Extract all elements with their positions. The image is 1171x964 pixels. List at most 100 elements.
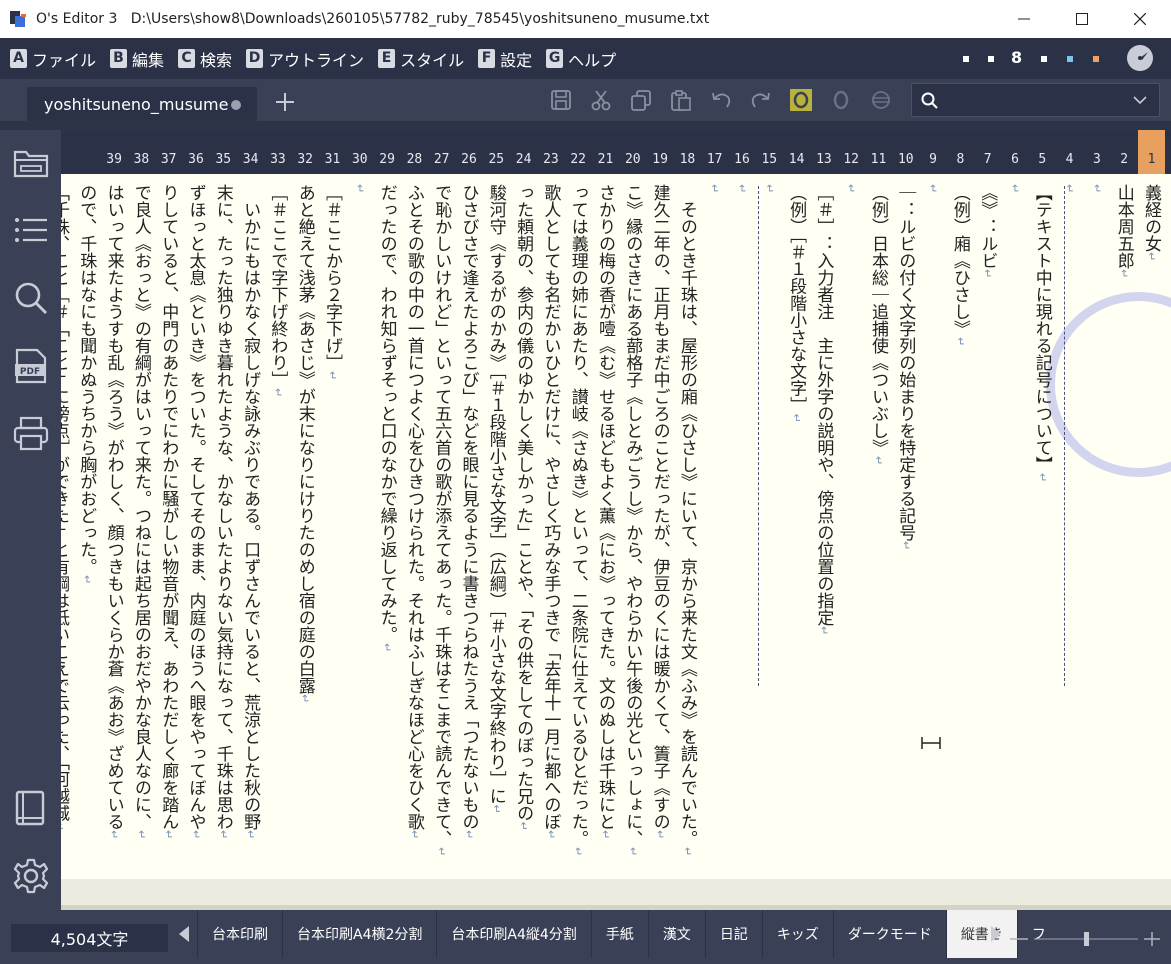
text-line: ので、千珠はなにも聞かぬうちから胸がおどった。↵ — [73, 184, 100, 584]
chevron-down-icon[interactable] — [1133, 96, 1147, 105]
undo-icon[interactable] — [710, 89, 732, 111]
menu-label: 編集 — [132, 50, 165, 70]
new-tab-icon[interactable] — [273, 90, 297, 114]
print-icon[interactable] — [13, 416, 49, 452]
text-line: ↵ — [756, 184, 783, 193]
char-count: 4,504文字 — [11, 924, 168, 952]
unsaved-dot-icon — [231, 100, 241, 110]
zoom-slider[interactable] — [1010, 932, 1160, 946]
close-button[interactable] — [1111, 0, 1169, 38]
indicator-dot[interactable] — [988, 56, 994, 62]
ruler-number: 21 — [597, 152, 614, 167]
save-icon[interactable] — [550, 89, 572, 111]
style-tab[interactable]: キッズ — [761, 910, 833, 958]
menu-file[interactable]: A ファイル — [10, 47, 96, 71]
text-line: ↵ — [701, 184, 728, 193]
editor-area[interactable]: 義経の女↵ 山本周五郎↵ ↵ ↵ 【テキスト中に現れる記号について】↵ ↵ 《》：ルビ↵ （例… — [61, 174, 1171, 879]
text-line: で恥かしいけれど」といって五六首の歌が添えてあった。千珠はそこまで読んできて、↵ — [428, 184, 455, 856]
app-logo-icon — [10, 11, 26, 27]
ruler-number: 33 — [270, 152, 286, 167]
menu-outline[interactable]: D アウトライン — [246, 47, 364, 71]
line-end-icon: ↵ — [708, 184, 722, 194]
ruby-icon[interactable] — [830, 89, 852, 111]
line-text: いかにもはかなく寂しげな詠みぶりである。口ずさんでいると、荒涼とした秋の野 — [240, 184, 261, 830]
indicator-dot[interactable] — [1041, 56, 1047, 62]
file-tab[interactable]: yoshitsuneno_musume — [27, 87, 257, 121]
text-line: ↵ — [1056, 184, 1083, 193]
color-indicator-orange[interactable] — [1093, 56, 1099, 62]
line-end-icon: ↵ — [544, 830, 558, 840]
style-tab[interactable]: 縦書き — [945, 910, 1017, 958]
line-text: っては義理の姉にあたり、讃岐《さぬき》といって、二条院に仕えているひとだった。 — [567, 184, 588, 847]
line-end-icon: ↵ — [1035, 473, 1049, 483]
block-divider-line — [758, 186, 759, 686]
tab-label: yoshitsuneno_musume — [44, 94, 229, 114]
folder-icon[interactable] — [13, 144, 49, 180]
line-text: った頼朝の、参内の儀のゆかしく美しかった」ことや、「その供をしてのぼった兄の — [513, 184, 534, 822]
copy-icon[interactable] — [630, 89, 652, 111]
ruler-number: 18 — [679, 152, 696, 167]
line-end-icon: ↵ — [1145, 252, 1158, 262]
ruler-number: 35 — [215, 152, 232, 167]
book-icon[interactable] — [13, 790, 49, 826]
line-text: ふとその歌の中の一首につよく心をひきつけられた。それはふしぎなほど心をひく歌 — [403, 184, 424, 830]
line-text: （例）［＃１段階小さな文字］ — [786, 184, 807, 414]
style-tab[interactable]: 手紙 — [590, 910, 648, 958]
line-text: ｜：ルビの付く文字列の始まりを特定する記号 — [895, 184, 916, 541]
indicator-dot[interactable] — [963, 56, 969, 62]
text-cursor-icon — [921, 737, 941, 749]
ruby-highlight-icon[interactable] — [790, 89, 812, 111]
tabs-prev-icon[interactable] — [179, 926, 189, 942]
menu-bar: A ファイル B 編集 C 検索 D アウトライン E スタイル F 設定 G ヘルプ — [0, 38, 1171, 79]
menu-help[interactable]: G ヘルプ — [546, 47, 616, 71]
line-text: で恥かしいけれど」といって五六首の歌が添えてあった。千珠はそこまで読んできて、 — [431, 184, 452, 847]
search-icon[interactable] — [13, 280, 49, 316]
maximize-icon — [1076, 13, 1088, 25]
menu-edit[interactable]: B 編集 — [110, 47, 164, 71]
ruler-number: 12 — [843, 152, 860, 167]
menu-label: 設定 — [500, 50, 533, 70]
maximize-button[interactable] — [1053, 0, 1111, 38]
cut-icon[interactable] — [590, 89, 612, 111]
line-end-icon: ↵ — [517, 821, 531, 831]
gear-icon[interactable] — [13, 858, 49, 894]
style-tab[interactable]: 日記 — [704, 910, 762, 958]
menu-search[interactable]: C 検索 — [178, 47, 232, 71]
list-icon[interactable] — [13, 212, 49, 248]
text-line: 【テキスト中に現れる記号について】↵ — [1029, 184, 1056, 482]
tabs-next-icon[interactable] — [991, 926, 1001, 942]
paste-icon[interactable] — [670, 89, 692, 111]
line-end-icon: ↵ — [407, 830, 421, 840]
line-end-icon: ↵ — [817, 626, 831, 636]
search-input[interactable] — [911, 83, 1160, 117]
line-ruler: 1 2 3 4 5 6 7 8 9 10 11 12 13 14 15 16 17 18 19 20 21 22 23 24 2… — [61, 130, 1171, 174]
menu-settings[interactable]: F 設定 — [478, 47, 532, 71]
line-text: ［＃］：入力者注 主に外字の説明や、傍点の位置の指定 — [813, 184, 834, 626]
style-tab[interactable]: 台本印刷A4横2分割 — [282, 910, 436, 958]
color-indicator-blue[interactable] — [1067, 56, 1073, 62]
menu-key: B — [110, 49, 128, 68]
text-line: ふとその歌の中の一首につよく心をひきつけられた。それはふしぎなほど心をひく歌↵ — [401, 184, 428, 839]
menu-style[interactable]: E スタイル — [378, 47, 464, 71]
line-end-icon: ↵ — [1008, 184, 1022, 194]
line-end-icon: ↵ — [872, 456, 885, 466]
line-end-icon: ↵ — [80, 575, 94, 585]
ruler-number: 3 — [1092, 152, 1101, 167]
style-tab[interactable]: 漢文 — [647, 910, 705, 958]
minimize-button[interactable] — [995, 0, 1053, 38]
redo-icon[interactable] — [750, 89, 772, 111]
line-end-icon: ↵ — [435, 847, 449, 857]
line-text: あと絶えて浅茅《あさじ》が末になりにけりたのめし宿の庭の白露 — [294, 184, 315, 694]
strikethrough-icon[interactable] — [870, 89, 892, 111]
line-end-icon: ↵ — [790, 413, 804, 423]
pdf-icon[interactable]: PDF — [13, 348, 49, 384]
ruler-number: 38 — [133, 152, 150, 167]
style-tab[interactable]: 台本印刷 — [197, 910, 282, 958]
style-tab[interactable]: ダークモード — [832, 910, 946, 958]
style-tab[interactable]: 台本印刷A4縦4分割 — [436, 910, 590, 958]
line-text: 末に、たった独りゆき暮れたような、かなしいたよりない気持になって、千珠は思わ — [212, 184, 233, 830]
font-size-indicator[interactable]: 8 — [1011, 48, 1022, 67]
compass-icon[interactable] — [1127, 45, 1153, 71]
ruler-number: 20 — [624, 152, 641, 167]
line-end-icon: ↵ — [735, 184, 749, 194]
